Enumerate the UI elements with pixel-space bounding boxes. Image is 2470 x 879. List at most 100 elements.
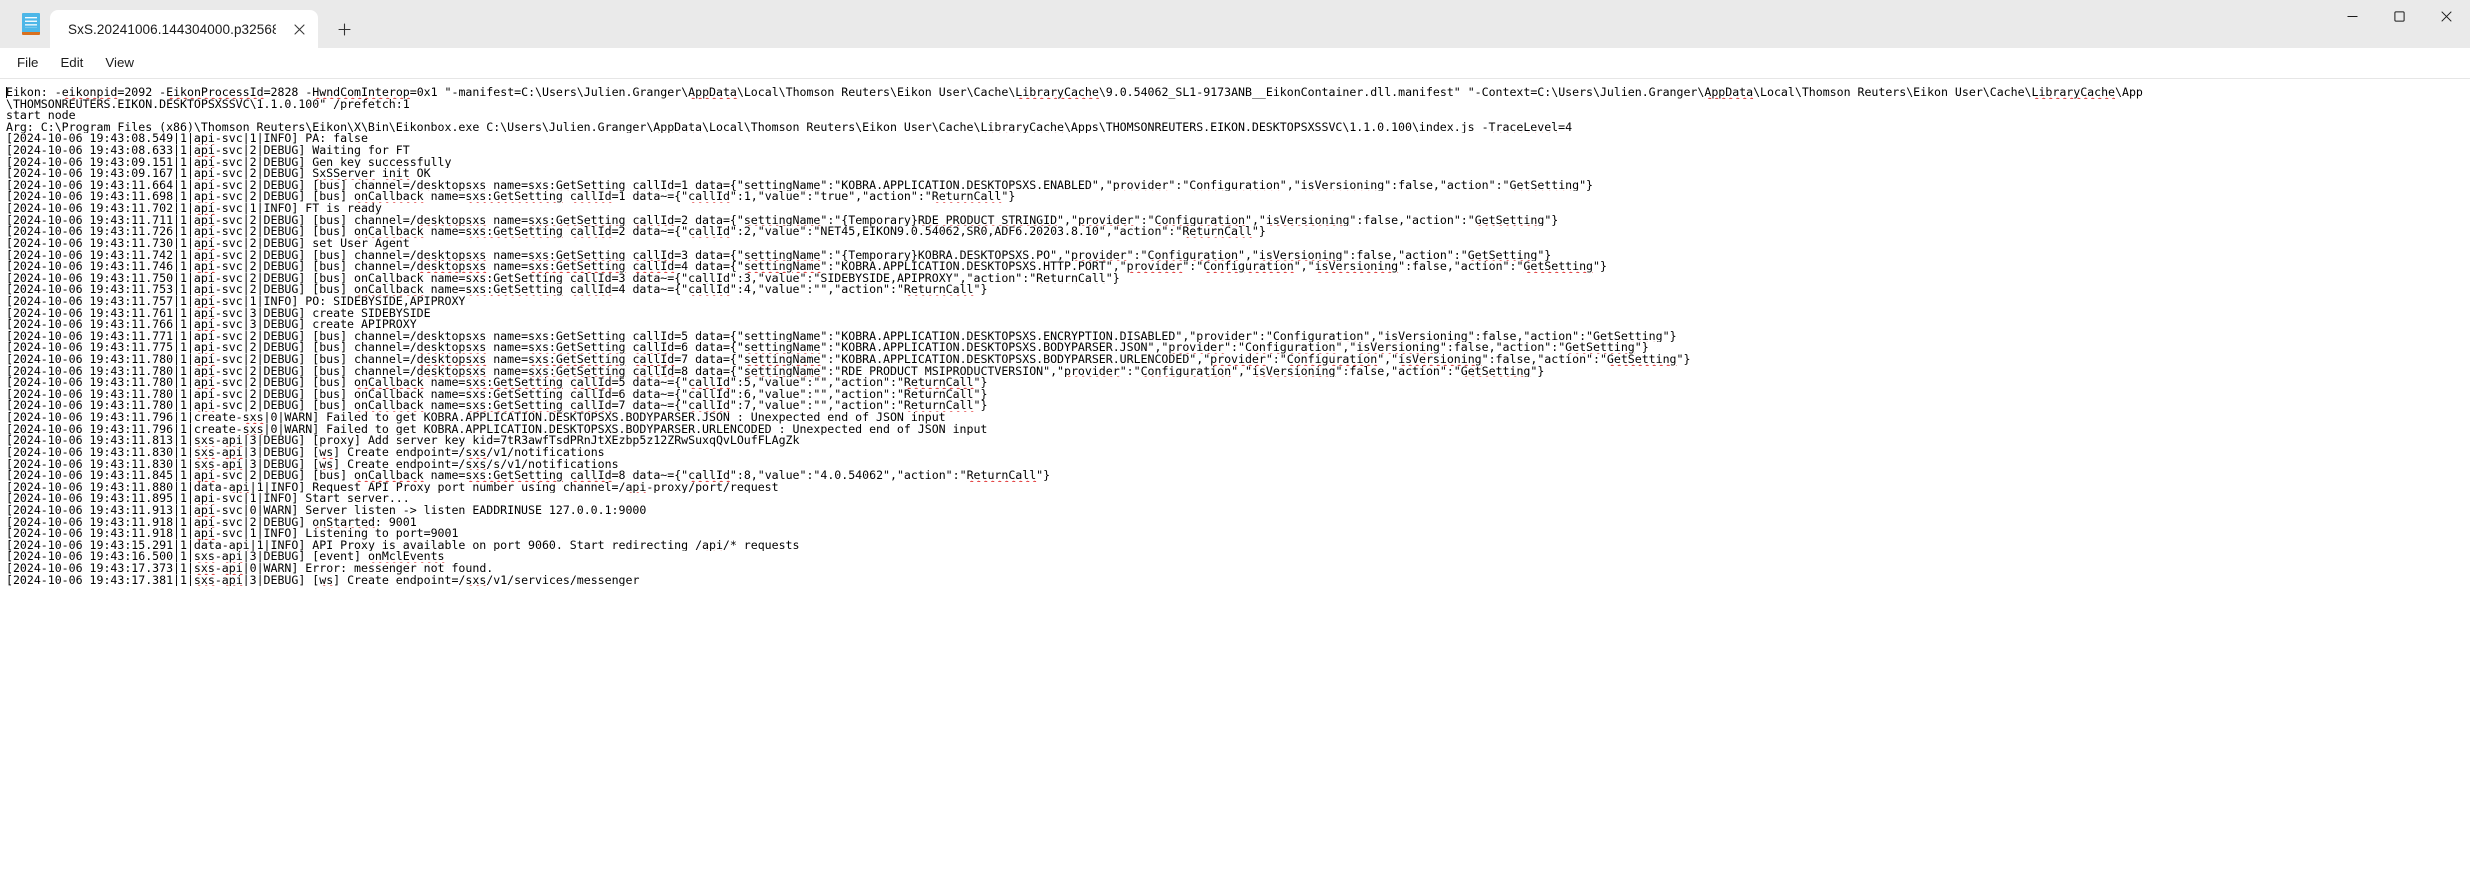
- spellcheck-underline: sxs:GetSetting: [465, 226, 563, 238]
- spellcheck-underline: AppData: [1704, 87, 1754, 99]
- window-controls: [2329, 0, 2470, 48]
- spellcheck-underline: isVersioning: [1398, 354, 1482, 366]
- text-caret: [6, 87, 7, 98]
- text-line: [2024-10-06 19:43:11.753|1|api-svc|2|DEB…: [6, 284, 988, 296]
- text-line: [2024-10-06 19:43:09.151|1|api-svc|2|DEB…: [6, 156, 452, 169]
- spellcheck-underline: api: [193, 295, 215, 308]
- spellcheck-underline: Configuration: [1154, 214, 1246, 227]
- text-line: [2024-10-06 19:43:11.771|1|api-svc|2|DEB…: [6, 330, 1677, 343]
- spellcheck-underline: desktopsxs: [416, 330, 487, 343]
- text-line: start node: [6, 110, 76, 122]
- spellcheck-underline: desktopsxs: [416, 179, 487, 192]
- spellcheck-underline: api: [193, 261, 215, 273]
- text-line: [2024-10-06 19:43:11.775|1|api-svc|2|DEB…: [6, 342, 1649, 355]
- spellcheck-underline: isVersioning: [1265, 214, 1350, 227]
- spellcheck-underline: callId: [569, 191, 612, 204]
- spellcheck-underline: sxs:GetSetting: [528, 214, 626, 227]
- spellcheck-underline: isVersioning: [1300, 179, 1385, 192]
- plus-icon[interactable]: [326, 13, 362, 45]
- spellcheck-underline: sxs: [465, 446, 487, 459]
- spellcheck-underline: settingName: [743, 179, 821, 192]
- spellcheck-underline: ws: [319, 574, 334, 587]
- spellcheck-underline: api: [193, 377, 215, 389]
- notepad-icon: [22, 13, 40, 35]
- spellcheck-underline: api: [221, 446, 243, 459]
- document-text[interactable]: Eikon: -eikonpid=2092 -EikonProcessId=28…: [6, 87, 2470, 586]
- spellcheck-underline: api: [193, 342, 215, 355]
- spellcheck-underline: api: [193, 133, 215, 146]
- spellcheck-underline: ReturnCall: [931, 191, 1002, 204]
- minimize-icon[interactable]: [2329, 0, 2376, 32]
- spellcheck-underline: sxs:GetSetting: [528, 179, 626, 192]
- text-line: [2024-10-06 19:43:11.913|1|api-svc|0|WAR…: [6, 504, 647, 517]
- maximize-icon[interactable]: [2376, 0, 2423, 32]
- spellcheck-underline: isVersioning: [1314, 261, 1399, 273]
- document-tab[interactable]: SxS.20241006.144304000.p32568.t: [50, 10, 318, 48]
- spellcheck-underline: Configuration: [1189, 179, 1280, 192]
- text-line: [2024-10-06 19:43:11.780|1|api-svc|2|DEB…: [6, 388, 988, 401]
- menu-edit[interactable]: Edit: [49, 50, 94, 75]
- spellcheck-underline: desktopsxs: [416, 249, 487, 262]
- spellcheck-underline: Configuration: [1286, 354, 1378, 366]
- spellcheck-underline: Configuration: [1244, 342, 1336, 355]
- text-line: [2024-10-06 19:43:11.796|1|create-sxs|0|…: [6, 412, 946, 424]
- spellcheck-underline: api: [193, 307, 215, 320]
- spellcheck-underline: api: [228, 481, 250, 494]
- window-close-icon[interactable]: [2423, 0, 2470, 32]
- spellcheck-underline: callId: [569, 284, 612, 296]
- spellcheck-underline: ReturnCall: [903, 284, 974, 296]
- spellcheck-underline: sxs: [193, 446, 215, 459]
- spellcheck-underline: Configuration: [1203, 261, 1294, 273]
- spellcheck-underline: api: [221, 574, 243, 587]
- spellcheck-underline: api: [193, 226, 215, 238]
- spellcheck-underline: desktopsxs: [416, 261, 487, 273]
- text-editor-area[interactable]: Eikon: -eikonpid=2092 -EikonProcessId=28…: [0, 79, 2470, 879]
- text-line: [2024-10-06 19:43:11.918|1|api-svc|2|DEB…: [6, 516, 417, 529]
- spellcheck-underline: sxs:GetSetting: [465, 284, 563, 296]
- text-line: [2024-10-06 19:43:11.698|1|api-svc|2|DEB…: [6, 191, 1016, 204]
- spellcheck-underline: sxs:GetSetting: [465, 272, 563, 285]
- spellcheck-underline: callId: [632, 179, 675, 192]
- text-line: \THOMSONREUTERS.EIKON.DESKTOPSXSSVC\1.1.…: [6, 98, 410, 111]
- spellcheck-underline: callId: [688, 400, 730, 413]
- spellcheck-underline: onCallback: [354, 470, 424, 482]
- spellcheck-underline: SxSServer: [312, 168, 375, 180]
- text-line: [2024-10-06 19:43:11.746|1|api-svc|2|DEB…: [6, 261, 1607, 273]
- spellcheck-underline: LibraryCache: [1015, 87, 1099, 99]
- spellcheck-underline: api: [193, 516, 215, 529]
- text-line: [2024-10-06 19:43:16.500|1|sxs-api|3|DEB…: [6, 551, 445, 563]
- spellcheck-underline: api: [193, 528, 215, 540]
- text-line: [2024-10-06 19:43:15.291|1|data-api|1|IN…: [6, 539, 800, 552]
- spellcheck-underline: api: [193, 191, 215, 204]
- spellcheck-underline: provider: [1126, 261, 1183, 273]
- spellcheck-underline: sxs:GetSetting: [465, 377, 563, 389]
- spellcheck-underline: sxs:GetSetting: [528, 354, 626, 366]
- spellcheck-underline: api: [193, 272, 215, 285]
- text-line: [2024-10-06 19:43:11.664|1|api-svc|2|DEB…: [6, 179, 1594, 192]
- text-line: Arg: C:\Program Files (x86)\Thomson Reut…: [6, 121, 1573, 134]
- text-line: [2024-10-06 19:43:11.761|1|api-svc|3|DEB…: [6, 307, 431, 320]
- text-line: [2024-10-06 19:43:11.702|1|api-svc|1|INF…: [6, 203, 382, 215]
- menu-view[interactable]: View: [94, 50, 145, 75]
- spellcheck-underline: api: [193, 156, 215, 169]
- text-line: [2024-10-06 19:43:11.742|1|api-svc|2|DEB…: [6, 249, 1552, 262]
- spellcheck-underline: api: [193, 284, 215, 296]
- spellcheck-underline: AppData: [688, 87, 737, 99]
- spellcheck-underline: api: [625, 481, 647, 494]
- text-line: [2024-10-06 19:43:17.373|1|sxs-api|0|WAR…: [6, 562, 494, 575]
- spellcheck-underline: desktopsxs: [416, 354, 487, 366]
- spellcheck-underline: api: [193, 330, 215, 343]
- menu-bar: File Edit View: [0, 48, 2470, 79]
- spellcheck-underline: GetSetting: [1460, 365, 1531, 378]
- menu-file[interactable]: File: [6, 50, 49, 75]
- spellcheck-underline: EikonProcessId: [166, 87, 264, 99]
- spellcheck-underline: HwndComInterop: [312, 87, 410, 99]
- close-icon[interactable]: [286, 16, 312, 42]
- notepad-window: SxS.20241006.144304000.p32568.t File Edi…: [0, 0, 2470, 879]
- spellcheck-underline: onCallback: [354, 388, 424, 401]
- text-line: [2024-10-06 19:43:11.830|1|sxs-api|3|DEB…: [6, 446, 605, 459]
- spellcheck-underline: isVersioning: [1356, 342, 1440, 355]
- spellcheck-underline: GetSetting: [1606, 354, 1677, 366]
- spellcheck-underline: desktopsxs: [416, 365, 487, 378]
- spellcheck-underline: GetSetting: [1565, 342, 1635, 355]
